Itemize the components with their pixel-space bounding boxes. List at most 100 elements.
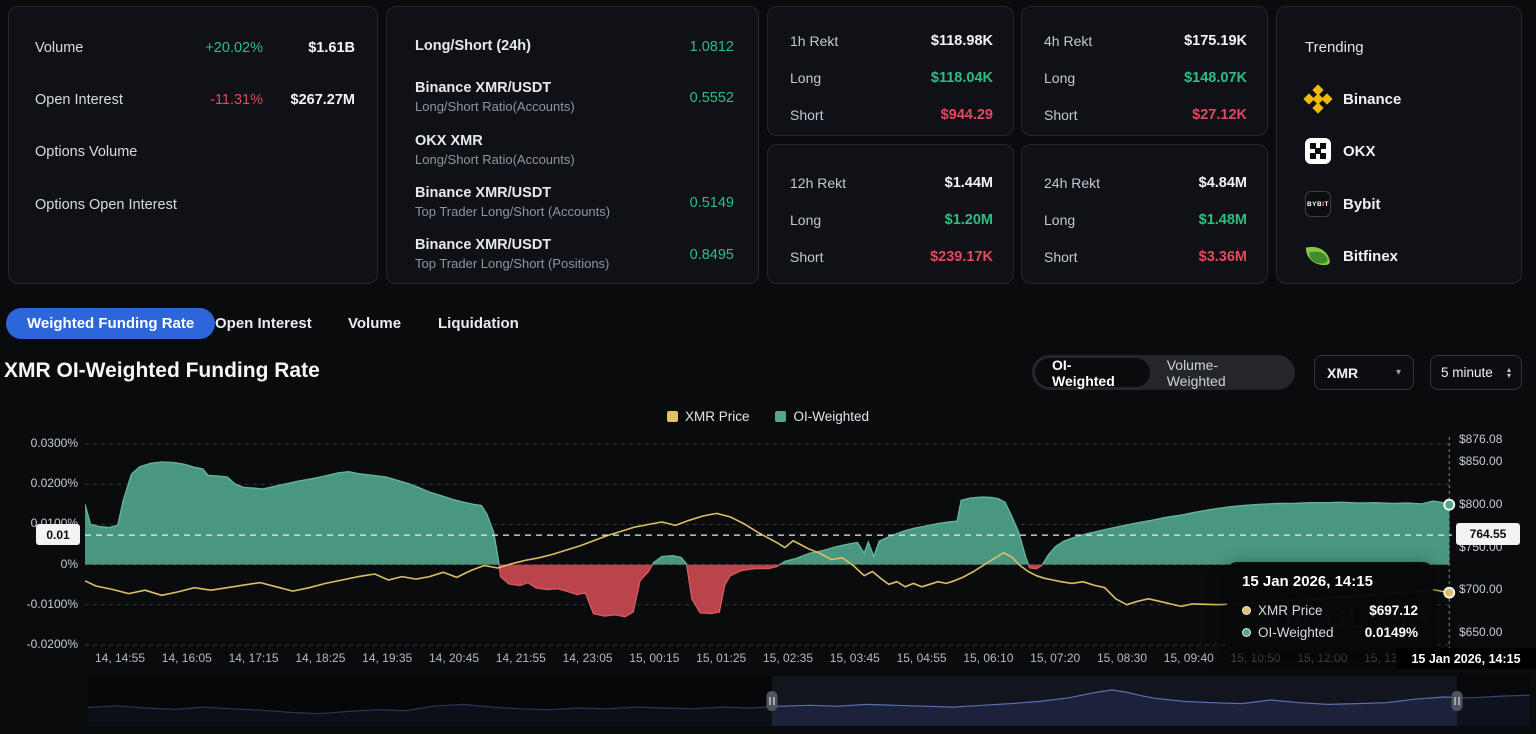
legend-swatch — [775, 411, 786, 422]
rekt-card-1h: 1h Rekt$118.98K Long$118.04K Short$944.2… — [767, 6, 1014, 136]
ratio-row[interactable]: Long/Short (24h) 1.0812 — [415, 37, 734, 56]
rekt-long-label: Long — [1044, 212, 1199, 228]
trending-item-okx[interactable]: OKX — [1305, 137, 1376, 165]
ratio-title: Long/Short (24h) — [415, 37, 690, 56]
stat-row-open-interest[interactable]: Open Interest -11.31% $267.27M — [35, 89, 355, 111]
legend-label: OI-Weighted — [793, 409, 869, 424]
tab-liquidation[interactable]: Liquidation — [438, 308, 519, 339]
rekt-long-label: Long — [790, 212, 945, 228]
series-dot-icon — [1242, 606, 1251, 615]
bybit-icon: BYBIT — [1305, 191, 1331, 217]
ratio-title: Binance XMR/USDT — [415, 79, 690, 98]
bitfinex-icon — [1305, 243, 1331, 269]
stat-value: $1.61B — [263, 40, 355, 56]
ratio-subtitle: Top Trader Long/Short (Accounts) — [415, 203, 690, 221]
tooltip-timestamp: 15 Jan 2026, 14:15 — [1242, 573, 1418, 590]
ratio-value: 1.0812 — [690, 39, 734, 55]
tab-open-interest[interactable]: Open Interest — [215, 308, 312, 339]
tooltip-row-funding: OI-Weighted 0.0149% — [1242, 621, 1418, 643]
ratio-title: Binance XMR/USDT — [415, 184, 690, 203]
chevron-down-icon: ▾ — [1396, 367, 1401, 378]
ratio-value: 0.5149 — [690, 195, 734, 211]
legend-swatch — [667, 411, 678, 422]
tab-weighted-funding-rate[interactable]: Weighted Funding Rate — [6, 308, 215, 339]
navigator-handle-right[interactable] — [1452, 691, 1463, 711]
rekt-total: $4.84M — [1199, 175, 1247, 191]
trending-item-binance[interactable]: Binance — [1305, 85, 1401, 113]
legend-item-oi-weighted[interactable]: OI-Weighted — [775, 409, 869, 424]
exchange-name: OKX — [1343, 143, 1376, 160]
rekt-short-value: $27.12K — [1192, 107, 1247, 123]
exchange-name: Bitfinex — [1343, 248, 1398, 265]
up-down-chevrons-icon: ▴▾ — [1507, 367, 1511, 379]
interval-select-value: 5 minute — [1441, 365, 1493, 380]
interval-select[interactable]: 5 minute ▴▾ — [1430, 355, 1522, 390]
legend-item-xmr-price[interactable]: XMR Price — [667, 409, 750, 424]
rekt-short-label: Short — [790, 249, 930, 265]
stat-label: Options Open Interest — [35, 197, 183, 213]
rekt-total: $118.98K — [931, 33, 993, 49]
ratio-row[interactable]: Binance XMR/USDTLong/Short Ratio(Account… — [415, 79, 734, 116]
ratio-subtitle: Long/Short Ratio(Accounts) — [415, 98, 690, 116]
stat-label: Volume — [35, 40, 183, 56]
rekt-total: $175.19K — [1184, 33, 1247, 49]
tooltip-row-price: XMR Price $697.12 — [1242, 599, 1418, 621]
stat-row-volume[interactable]: Volume +20.02% $1.61B — [35, 37, 355, 59]
stat-value: $267.27M — [263, 92, 355, 108]
exchange-name: Binance — [1343, 91, 1401, 108]
stat-label: Open Interest — [35, 92, 183, 108]
ratio-row[interactable]: Binance XMR/USDTTop Trader Long/Short (A… — [415, 184, 734, 221]
ratio-row[interactable]: OKX XMRLong/Short Ratio(Accounts) — [415, 132, 734, 169]
rekt-long-value: $1.20M — [945, 212, 993, 228]
navigator-handle-left[interactable] — [766, 691, 777, 711]
rekt-short-value: $3.36M — [1199, 249, 1247, 265]
stat-percent: +20.02% — [183, 40, 263, 56]
rekt-long-label: Long — [1044, 70, 1184, 86]
ratio-title: Binance XMR/USDT — [415, 236, 690, 255]
coin-select[interactable]: XMR ▾ — [1314, 355, 1414, 390]
trending-item-bybit[interactable]: BYBIT Bybit — [1305, 190, 1381, 218]
rekt-card-12h: 12h Rekt$1.44M Long$1.20M Short$239.17K — [767, 144, 1014, 284]
rekt-short-value: $239.17K — [930, 249, 993, 265]
ratio-value: 0.8495 — [690, 247, 734, 263]
rekt-short-label: Short — [1044, 107, 1192, 123]
weighting-toggle: OI-Weighted Volume-Weighted — [1032, 355, 1295, 390]
crosshair-right-value: 764.55 — [1456, 523, 1520, 545]
trending-item-bitfinex[interactable]: Bitfinex — [1305, 242, 1398, 270]
trending-card: Trending Binance OKX BYBIT Bybit Bitfine… — [1276, 6, 1522, 284]
ratio-subtitle: Top Trader Long/Short (Positions) — [415, 255, 690, 273]
rekt-period: 12h Rekt — [790, 175, 945, 191]
tab-volume[interactable]: Volume — [348, 308, 401, 339]
chart-legend: XMR Price OI-Weighted — [0, 409, 1536, 424]
rekt-period: 24h Rekt — [1044, 175, 1199, 191]
long-short-card: Long/Short (24h) 1.0812 Binance XMR/USDT… — [386, 6, 759, 284]
trending-title: Trending — [1305, 39, 1364, 56]
stat-row-options-open-interest[interactable]: Options Open Interest — [35, 194, 355, 216]
toggle-volume-weighted[interactable]: Volume-Weighted — [1150, 358, 1292, 387]
rekt-short-label: Short — [790, 107, 941, 123]
rekt-card-4h: 4h Rekt$175.19K Long$148.07K Short$27.12… — [1021, 6, 1268, 136]
ratio-row[interactable]: Binance XMR/USDTTop Trader Long/Short (P… — [415, 236, 734, 273]
stat-row-options-volume[interactable]: Options Volume — [35, 141, 355, 163]
rekt-long-value: $148.07K — [1184, 70, 1247, 86]
toggle-oi-weighted[interactable]: OI-Weighted — [1035, 358, 1150, 387]
series-dot-icon — [1242, 628, 1251, 637]
stat-label: Options Volume — [35, 144, 183, 160]
rekt-card-24h: 24h Rekt$4.84M Long$1.48M Short$3.36M — [1021, 144, 1268, 284]
page-title: XMR OI-Weighted Funding Rate — [4, 359, 320, 383]
rekt-short-label: Short — [1044, 249, 1199, 265]
ratio-title: OKX XMR — [415, 132, 734, 151]
chart-navigator[interactable] — [0, 672, 1536, 734]
rekt-long-label: Long — [790, 70, 931, 86]
binance-icon — [1305, 86, 1331, 112]
market-stats-card: Volume +20.02% $1.61B Open Interest -11.… — [8, 6, 378, 284]
rekt-period: 1h Rekt — [790, 33, 931, 49]
stat-percent: -11.31% — [183, 92, 263, 108]
legend-label: XMR Price — [685, 409, 750, 424]
exchange-name: Bybit — [1343, 196, 1381, 213]
rekt-total: $1.44M — [945, 175, 993, 191]
rekt-period: 4h Rekt — [1044, 33, 1184, 49]
ratio-value: 0.5552 — [690, 90, 734, 106]
rekt-long-value: $1.48M — [1199, 212, 1247, 228]
rekt-short-value: $944.29 — [941, 107, 993, 123]
